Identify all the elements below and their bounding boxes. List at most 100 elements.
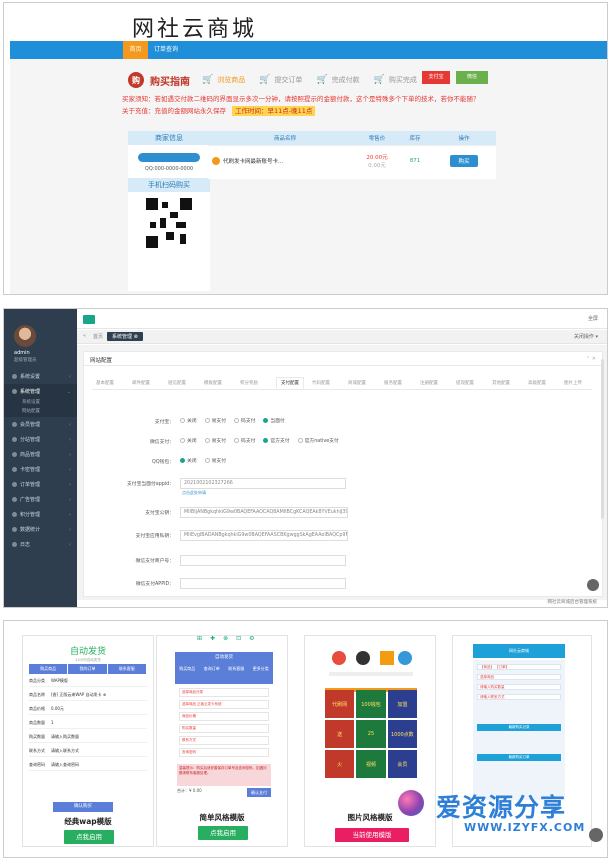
- sidebar-item[interactable]: 系统设置 ‹: [4, 369, 77, 384]
- radio-icon[interactable]: [180, 458, 185, 463]
- menu-toggle-icon[interactable]: [83, 315, 95, 324]
- t3-tile[interactable]: 火: [325, 750, 355, 778]
- t2-field[interactable]: 选择商品分类: [179, 688, 269, 697]
- public-key-input[interactable]: MIIBIjANBgkqhkiG9w0BAQEFAAOCAQ8AMIIBCgKC…: [180, 507, 348, 518]
- sidebar-item[interactable]: 分站管理 ‹: [4, 432, 77, 447]
- settings-tab[interactable]: 支付配置: [276, 377, 304, 389]
- fullscreen-button[interactable]: 全屏: [588, 315, 598, 322]
- avatar[interactable]: [14, 325, 36, 347]
- sidebar-item[interactable]: 商品管理 ‹: [4, 447, 77, 462]
- t4-line[interactable]: 【商品】 【订单】: [477, 664, 561, 670]
- radio-option[interactable]: 关闭: [180, 437, 197, 444]
- tab-home[interactable]: 首页: [93, 333, 103, 340]
- sidebar-item[interactable]: 卡密管理 ‹: [4, 462, 77, 477]
- radio-option[interactable]: 码支付: [234, 417, 255, 424]
- close-actions[interactable]: 关闭操作 ▾: [574, 333, 598, 340]
- settings-tab[interactable]: 积分奖励: [240, 380, 258, 386]
- close-icon[interactable]: ⊗: [223, 636, 228, 642]
- tab-back[interactable]: «: [83, 333, 86, 339]
- mchid-input[interactable]: [180, 555, 346, 566]
- card-controls[interactable]: ⌃ ✕: [586, 356, 596, 362]
- radio-option[interactable]: 易支付: [204, 457, 226, 464]
- sidebar-subitem[interactable]: 系统设置: [4, 399, 77, 408]
- sidebar-item[interactable]: 会员管理 ‹: [4, 417, 77, 432]
- t3-tile[interactable]: 1000点数: [387, 720, 417, 748]
- wx-appid-input[interactable]: [180, 578, 346, 589]
- t1-form-row[interactable]: 商品数量 1: [29, 720, 147, 729]
- radio-icon[interactable]: [297, 438, 303, 443]
- sidebar-item[interactable]: 广告管理 ‹: [4, 492, 77, 507]
- sidebar-item[interactable]: 订单管理 ‹: [4, 477, 77, 492]
- t2-field[interactable]: 购买数量: [179, 724, 269, 733]
- radio-group[interactable]: 关闭 易支付 码支付 当面付: [180, 417, 285, 424]
- back-to-top-icon[interactable]: [587, 579, 599, 591]
- radio-icon[interactable]: [263, 418, 269, 423]
- t3-tile[interactable]: 25: [356, 720, 386, 748]
- t1-form-row[interactable]: 购买数量 请输入购买数量: [29, 734, 147, 743]
- contact-button[interactable]: [138, 153, 200, 162]
- t4-line[interactable]: 请输入购买数量: [477, 684, 561, 690]
- settings-tab[interactable]: 商城配置: [348, 380, 366, 386]
- t1-tab[interactable]: 联系客服: [107, 664, 147, 674]
- t3-tile[interactable]: 加盟: [387, 690, 417, 718]
- settings-tab[interactable]: 服务配置: [384, 380, 402, 386]
- radio-icon[interactable]: [204, 458, 210, 463]
- t2-head-icon[interactable]: 更多分类: [253, 666, 269, 672]
- radio-group[interactable]: 关闭 易支付: [180, 457, 226, 464]
- t1-tab[interactable]: 我的订单: [68, 664, 108, 674]
- radio-icon[interactable]: [263, 438, 269, 443]
- nav-orders[interactable]: 订单查询: [154, 41, 178, 59]
- radio-option[interactable]: 易支付: [204, 437, 226, 444]
- t4-line[interactable]: 选择商品: [477, 674, 561, 680]
- settings-tab[interactable]: 代码配置: [312, 380, 330, 386]
- t2-head-icon[interactable]: 购买商品: [179, 666, 195, 672]
- t3-tile[interactable]: 送: [325, 720, 355, 748]
- t2-field[interactable]: 商品价格: [179, 712, 269, 721]
- t3-tile[interactable]: 会员: [387, 750, 417, 778]
- radio-icon[interactable]: [204, 418, 210, 423]
- settings-tab[interactable]: 提现配置: [456, 380, 474, 386]
- radio-group[interactable]: 关闭 易支付 码支付 官方支付 官方native支付: [180, 437, 339, 444]
- settings-tab[interactable]: 注册配置: [420, 380, 438, 386]
- private-key-input[interactable]: MIIEvgIBADANBgkqhkiG9w0BAQEFAASCBKgwggSk…: [180, 530, 348, 541]
- radio-icon[interactable]: [204, 438, 210, 443]
- settings-tab[interactable]: 高级配置: [528, 380, 546, 386]
- radio-option[interactable]: 官方支付: [263, 437, 290, 444]
- t3-tile[interactable]: 100钱包: [356, 690, 386, 718]
- radio-icon[interactable]: [180, 418, 185, 423]
- sidebar-item-active[interactable]: 系统管理 ⌄: [4, 384, 77, 399]
- t2-head-icon[interactable]: 查询订单: [204, 666, 220, 672]
- sidebar-item[interactable]: 数据统计 ‹: [4, 522, 77, 537]
- t4-line[interactable]: 请输入联系方式: [477, 694, 561, 700]
- enable-template-button[interactable]: 点我启用: [198, 826, 248, 840]
- gear-icon[interactable]: ⚙: [249, 636, 254, 642]
- sidebar-subitem[interactable]: 网站配置: [4, 408, 77, 417]
- nav-home[interactable]: 首页: [123, 41, 148, 59]
- t1-confirm-button[interactable]: 确认购买: [53, 802, 113, 812]
- settings-tab[interactable]: 短信配置: [168, 380, 186, 386]
- radio-option[interactable]: 关闭: [180, 457, 197, 464]
- settings-tab[interactable]: 模板配置: [204, 380, 222, 386]
- t2-field[interactable]: 选择商品 正版云发卡系统: [179, 700, 269, 709]
- settings-tab[interactable]: 基本配置: [96, 380, 114, 386]
- t1-form-row[interactable]: 商品名称 [香] 正版云来WAP 自动发卡 ⊕: [29, 692, 147, 701]
- appid-input[interactable]: 2021002102327266: [180, 478, 346, 489]
- t1-form-row[interactable]: 商品价格 0.00元: [29, 706, 147, 715]
- sidebar-item[interactable]: 积分管理 ‹: [4, 507, 77, 522]
- radio-option[interactable]: 码支付: [234, 437, 255, 444]
- radio-icon[interactable]: [234, 438, 240, 443]
- move-icon[interactable]: ✚: [210, 636, 215, 642]
- radio-icon[interactable]: [180, 438, 185, 443]
- settings-tab[interactable]: 图片上传: [564, 380, 582, 386]
- t2-head-icon[interactable]: 联系客服: [228, 666, 244, 672]
- radio-icon[interactable]: [234, 418, 240, 423]
- grid-icon[interactable]: ⊞: [197, 636, 202, 642]
- t3-tile[interactable]: 代刷网: [325, 690, 355, 718]
- radio-option[interactable]: 官方native支付: [297, 437, 339, 444]
- window-icon[interactable]: ⊡: [236, 636, 241, 642]
- radio-option[interactable]: 当面付: [263, 417, 285, 424]
- t3-tile[interactable]: 视频: [356, 750, 386, 778]
- settings-tab[interactable]: 邮件配置: [132, 380, 150, 386]
- buy-button[interactable]: 购买: [450, 154, 478, 167]
- settings-tab[interactable]: 其他配置: [492, 380, 510, 386]
